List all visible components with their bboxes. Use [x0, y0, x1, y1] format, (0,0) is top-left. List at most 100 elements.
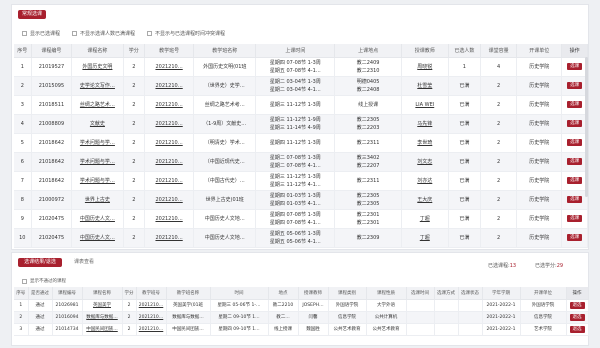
- select-course-button[interactable]: 选课: [567, 234, 583, 241]
- checkbox[interactable]: [72, 31, 78, 36]
- column-header: 教学班名称: [166, 287, 211, 300]
- cell-teacher-text[interactable]: LIA WEI: [415, 102, 434, 108]
- select-course-button[interactable]: 选课: [567, 177, 583, 184]
- cell-name-text[interactable]: 学术问题与学…: [80, 178, 115, 184]
- cell-teacher: 刘文志: [401, 152, 449, 172]
- cell-name: 学术问题与学…: [71, 133, 124, 153]
- show-failed-toggle[interactable]: 显示不通过的课程: [22, 278, 66, 284]
- cell-code-text: 21015095: [38, 82, 65, 89]
- tab-regular-selection[interactable]: 常规选课: [18, 10, 46, 19]
- cell-name-text[interactable]: 外国历史文明: [82, 64, 112, 70]
- cell-time-line: 星期四 07-08节 4-1…: [269, 219, 321, 226]
- cell-no: 4: [14, 114, 32, 134]
- cell-sel-text: 1: [462, 63, 466, 70]
- table-row: 6 21018642 学术问题与学… 2 2021210… （中国近现代史… 星期二 07-…: [14, 152, 588, 172]
- cell-name-text[interactable]: 文献史: [90, 121, 105, 127]
- select-course-button[interactable]: 选课: [567, 196, 583, 203]
- cell-cls_name: （世界史）史学…: [193, 76, 257, 96]
- cell-cls_name: （1-9周）文献史…: [193, 114, 257, 134]
- filter-label: 不显示与已选课程时间冲突课程: [155, 31, 226, 37]
- select-course-button[interactable]: 选课: [567, 215, 583, 222]
- tab-selection-result[interactable]: 选课结果/退选: [18, 258, 62, 267]
- cell-cap: 2: [480, 190, 518, 210]
- select-course-button[interactable]: 选课: [567, 101, 583, 108]
- cell-action: 选课: [561, 114, 588, 134]
- cell-cls-text[interactable]: 2021210…: [155, 83, 182, 89]
- cell-teacher-text[interactable]: 杜雪莹: [417, 83, 432, 89]
- cell-dept-text: 历史学院: [529, 83, 550, 89]
- cell-cls-text[interactable]: 2021210…: [155, 159, 182, 165]
- cell-teacher-text[interactable]: 丁超: [420, 216, 430, 222]
- cell-place-line: 线上授课: [358, 101, 379, 108]
- cell-time: 星期四 01-03节 1-3周 星期四 01-03节 4-1…: [255, 190, 336, 210]
- cell-cls-text[interactable]: 2021210…: [155, 140, 182, 146]
- checkbox[interactable]: [22, 31, 27, 36]
- cell-credit-text: 2: [132, 234, 136, 241]
- checkbox[interactable]: [147, 31, 153, 36]
- select-course-button[interactable]: 选课: [567, 63, 583, 70]
- cell-code: 21016094: [52, 311, 83, 324]
- drop-course-button[interactable]: 退选: [569, 301, 585, 309]
- cell-name-text[interactable]: 中国历史人文…: [80, 216, 115, 222]
- cell-cls-text[interactable]: 2021210…: [139, 327, 164, 332]
- cell-name-text[interactable]: 数据库与数据…: [86, 315, 118, 320]
- cell-name-text[interactable]: 中国历史人文…: [80, 235, 115, 241]
- cell-code-text: 21018511: [38, 101, 65, 108]
- cell-cls-text[interactable]: 2021210…: [139, 303, 164, 308]
- cell-cls-text[interactable]: 2021210…: [155, 64, 182, 70]
- table-row: 9 21020475 中国历史人文… 2 2021210… 中国历史人文地… 星期四 07-…: [14, 209, 588, 229]
- column-header: 学年学期: [482, 287, 521, 300]
- drop-course-button[interactable]: 退选: [569, 325, 585, 333]
- cell-name-text[interactable]: 世界上古史: [85, 197, 110, 203]
- cell-credit: 2: [123, 133, 146, 153]
- cell-teacher-text[interactable]: 刘文志: [417, 159, 432, 165]
- filter-option[interactable]: 不显示选课人数已满课程: [72, 30, 135, 37]
- cell-teacher-text[interactable]: 李世琦: [417, 140, 432, 146]
- cell-teacher-text[interactable]: 周晓锐: [417, 64, 432, 70]
- cell-no-text: 9: [20, 215, 24, 222]
- top-scrollbar[interactable]: [585, 57, 588, 197]
- tab-timetable[interactable]: 课表查看: [74, 258, 94, 267]
- cell-cls-text[interactable]: 2021210…: [155, 102, 182, 108]
- cell-cls-text[interactable]: 2021210…: [155, 121, 182, 127]
- cell-name-text[interactable]: 学术问题与学…: [80, 140, 115, 146]
- cell-name-text[interactable]: 史学论文写作…: [80, 83, 115, 89]
- cell-teacher-text[interactable]: 刘亦达: [417, 178, 432, 184]
- cell-cls-text[interactable]: 2021210…: [155, 178, 182, 184]
- cell-name-text[interactable]: 英国美学: [93, 303, 111, 308]
- column-header: 操作: [566, 287, 589, 300]
- cell-no: 6: [14, 152, 32, 172]
- cell-cls-text[interactable]: 2021210…: [139, 315, 164, 320]
- cell-cls-text[interactable]: 2021210…: [155, 216, 182, 222]
- cell-no: 8: [14, 190, 32, 210]
- select-course-button[interactable]: 选课: [567, 82, 583, 89]
- cell-cls_name: 英国美学(01班: [166, 299, 211, 312]
- cell-teacher-text[interactable]: 丁超: [420, 235, 430, 241]
- drop-course-button[interactable]: 退选: [569, 313, 585, 321]
- checkbox[interactable]: [22, 278, 27, 284]
- cell-place-text: 教二…: [276, 315, 290, 320]
- cell-no-text: 7: [20, 177, 24, 184]
- cell-cls-text[interactable]: 2021210…: [155, 197, 182, 203]
- cell-teacher-text[interactable]: 王大庆: [417, 197, 432, 203]
- cell-place: 教二2305 教二2203: [334, 114, 402, 134]
- filter-option[interactable]: 显示已选课程: [22, 30, 60, 37]
- cell-cap-text: 2: [497, 158, 501, 165]
- cell-sel: 已满: [448, 76, 481, 96]
- cell-sel-text: 已满: [459, 102, 470, 108]
- cell-name-text[interactable]: 丝绸之路艺术…: [80, 102, 115, 108]
- select-course-button[interactable]: 选课: [567, 120, 583, 127]
- cell-no-text: 8: [20, 196, 24, 203]
- cell-place-text: 线上授课: [274, 327, 292, 332]
- cell-name-text[interactable]: 中国民间团族…: [86, 327, 118, 332]
- select-course-button[interactable]: 选课: [567, 158, 583, 165]
- filter-option[interactable]: 不显示与已选课程时间冲突课程: [147, 30, 225, 37]
- cell-teacher-text[interactable]: 马先锋: [417, 121, 432, 127]
- cell-nature: 大学外语: [366, 299, 407, 312]
- cell-credit-text: 2: [132, 158, 136, 165]
- table-row: 8 21000972 世界上古史 2 2021210… 世界上古史(01班 星期四 01-0…: [14, 190, 588, 210]
- select-course-button[interactable]: 选课: [567, 139, 583, 146]
- cell-name: 数据库与数据…: [82, 311, 123, 324]
- cell-name-text[interactable]: 学术问题与学…: [80, 159, 115, 165]
- cell-cls-text[interactable]: 2021210…: [155, 235, 182, 241]
